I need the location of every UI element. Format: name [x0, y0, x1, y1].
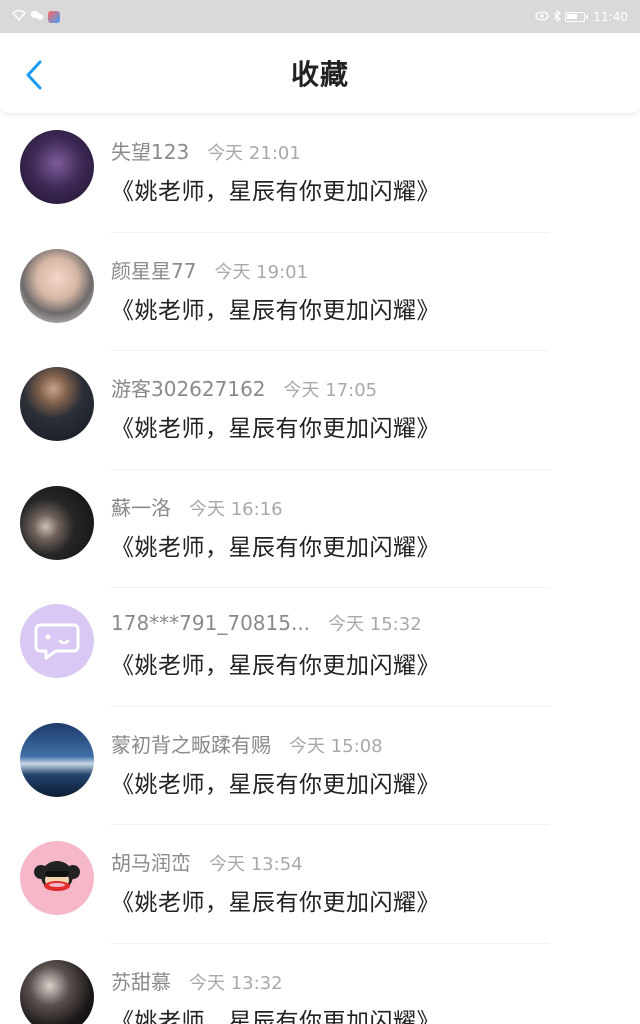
timestamp: 今天 16:16	[189, 498, 283, 520]
timestamp: 今天 19:01	[214, 261, 309, 283]
status-time: 11:40	[593, 9, 628, 24]
app-notification-icon	[48, 10, 60, 23]
user-name[interactable]: 游客302627162	[111, 373, 266, 402]
message-text: 《姚老师，星辰有你更加闪耀》	[111, 1008, 440, 1024]
page-title: 收藏	[290, 58, 349, 91]
list-item[interactable]: 颜星星77 今天 19:01 《姚老师，星辰有你更加闪耀》	[0, 233, 640, 351]
timestamp: 今天 13:54	[209, 854, 303, 875]
message-text: 《姚老师，星辰有你更加闪耀》	[111, 653, 440, 679]
user-name[interactable]: 胡马润峦	[111, 847, 191, 876]
status-bar: 11:40	[0, 0, 640, 33]
user-name[interactable]: 蘇一洛	[111, 492, 171, 521]
status-right: 11:40	[535, 9, 628, 24]
avatar[interactable]	[20, 722, 94, 797]
user-name[interactable]: 蒙初背之畈蹂有赐	[111, 729, 271, 758]
eye-icon	[535, 10, 550, 23]
message-text: 《姚老师，星辰有你更加闪耀》	[111, 179, 440, 205]
timestamp: 今天 21:01	[207, 143, 301, 164]
message-text: 《姚老师，星辰有你更加闪耀》	[111, 534, 440, 561]
status-left	[12, 10, 60, 23]
message-text: 《姚老师，星辰有你更加闪耀》	[111, 297, 440, 324]
message-text: 《姚老师，星辰有你更加闪耀》	[111, 771, 440, 798]
list-item[interactable]: 失望123 今天 21:01 《姚老师，星辰有你更加闪耀》	[0, 114, 640, 233]
list-item[interactable]: 蘇一洛 今天 16:16 《姚老师，星辰有你更加闪耀》	[0, 470, 640, 588]
avatar[interactable]	[20, 367, 94, 441]
timestamp: 今天 15:32	[328, 614, 422, 635]
avatar[interactable]	[20, 248, 94, 323]
list-item[interactable]: 178***791_70815... 今天 15:32 《姚老师，星辰有你更加闪…	[0, 588, 640, 707]
avatar[interactable]	[20, 485, 94, 560]
wifi-icon	[12, 10, 26, 23]
avatar[interactable]	[20, 130, 94, 204]
list-item[interactable]: 蒙初背之畈蹂有赐 今天 15:08 《姚老师，星辰有你更加闪耀》	[0, 707, 640, 825]
avatar[interactable]	[20, 841, 94, 915]
avatar[interactable]	[20, 604, 94, 678]
bluetooth-icon	[553, 9, 562, 24]
favorites-list: 失望123 今天 21:01 《姚老师，星辰有你更加闪耀》 颜星星77 今天 1…	[0, 114, 640, 1024]
timestamp: 今天 13:32	[189, 972, 283, 994]
user-name[interactable]: 178***791_70815...	[111, 611, 310, 635]
list-item[interactable]: 苏甜慕 今天 13:32 《姚老师，星辰有你更加闪耀》	[0, 944, 640, 1024]
timestamp: 今天 17:05	[283, 380, 378, 401]
avatar[interactable]	[20, 959, 94, 1024]
user-name[interactable]: 苏甜慕	[111, 966, 171, 995]
user-name[interactable]: 失望123	[111, 136, 189, 165]
chevron-left-icon	[26, 60, 42, 90]
chat-bubble-icon	[34, 623, 80, 660]
list-item[interactable]: 胡马润峦 今天 13:54 《姚老师，星辰有你更加闪耀》	[0, 825, 640, 944]
battery-icon	[565, 11, 589, 22]
message-text: 《姚老师，星辰有你更加闪耀》	[111, 890, 440, 916]
back-button[interactable]	[20, 60, 48, 90]
message-text: 《姚老师，星辰有你更加闪耀》	[111, 416, 440, 442]
monkey-icon	[34, 861, 80, 891]
user-name[interactable]: 颜星星77	[111, 255, 196, 284]
header: 收藏	[0, 33, 640, 113]
list-item[interactable]: 游客302627162 今天 17:05 《姚老师，星辰有你更加闪耀》	[0, 351, 640, 470]
wechat-notification-icon	[30, 10, 44, 23]
timestamp: 今天 15:08	[289, 735, 383, 757]
